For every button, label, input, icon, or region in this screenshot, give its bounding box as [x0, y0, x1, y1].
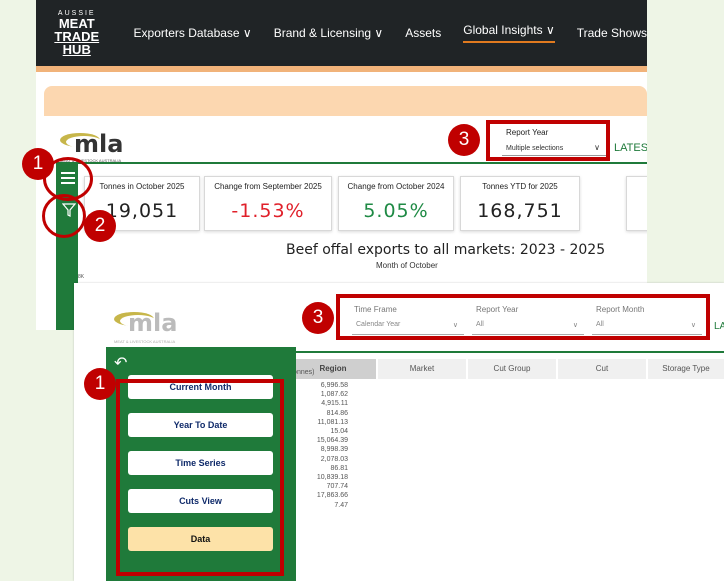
- kpi-card-change-year: Change from October 2024 5.05%: [338, 176, 454, 231]
- chart-subtitle: Month of October: [376, 261, 438, 270]
- nav-exporters-database[interactable]: Exporters Database ∨: [134, 26, 252, 40]
- nav-brand-licensing[interactable]: Brand & Licensing ∨: [274, 26, 384, 40]
- annotation-marker-1: 1: [84, 368, 116, 400]
- latest-tab[interactable]: LATEST: [614, 142, 647, 154]
- kpi-card-change-month: Change from September 2025 -1.53%: [204, 176, 332, 231]
- annotation-marker-3: 3: [302, 302, 334, 334]
- top-navigation-bar: AUSSIE MEAT TRADE HUB Exporters Database…: [36, 0, 647, 66]
- column-header-cut-group[interactable]: Cut Group: [468, 359, 556, 379]
- column-header-storage-type[interactable]: Storage Type: [648, 359, 724, 379]
- latest-tab[interactable]: LA: [714, 321, 724, 332]
- highlight-box-filters: [336, 294, 710, 340]
- nav-trade-shows[interactable]: Trade Shows: [577, 26, 647, 40]
- aussie-meat-trade-hub-logo[interactable]: AUSSIE MEAT TRADE HUB: [42, 5, 112, 61]
- kpi-card-tonnes-ytd: Tonnes YTD for 2025 168,751: [460, 176, 580, 231]
- header-divider: [56, 162, 647, 164]
- nav-assets[interactable]: Assets: [405, 26, 441, 40]
- highlight-ring-filter: [42, 194, 86, 238]
- column-header-cut[interactable]: Cut: [558, 359, 646, 379]
- back-arrow-icon[interactable]: ↶: [114, 353, 127, 373]
- chart-y-tick: 8K: [78, 274, 85, 280]
- highlight-box-report-year: [486, 120, 610, 161]
- annotation-marker-2: 2: [84, 210, 116, 242]
- report-header-band: [44, 86, 647, 116]
- mla-logo: mla MEAT & LIVESTOCK AUSTRALIA: [114, 309, 178, 344]
- annotation-marker-3: 3: [448, 124, 480, 156]
- highlight-box-menu-buttons: [116, 379, 284, 576]
- column-header-market[interactable]: Market: [378, 359, 466, 379]
- chart-title: Beef offal exports to all markets: 2023 …: [286, 242, 606, 258]
- kpi-card-partial: [626, 176, 647, 231]
- report-screenshot-top: AUSSIE MEAT TRADE HUB Exporters Database…: [36, 0, 647, 330]
- annotation-marker-1: 1: [22, 148, 54, 180]
- nav-divider: [36, 66, 647, 72]
- nav-global-insights[interactable]: Global Insights ∨: [463, 23, 555, 43]
